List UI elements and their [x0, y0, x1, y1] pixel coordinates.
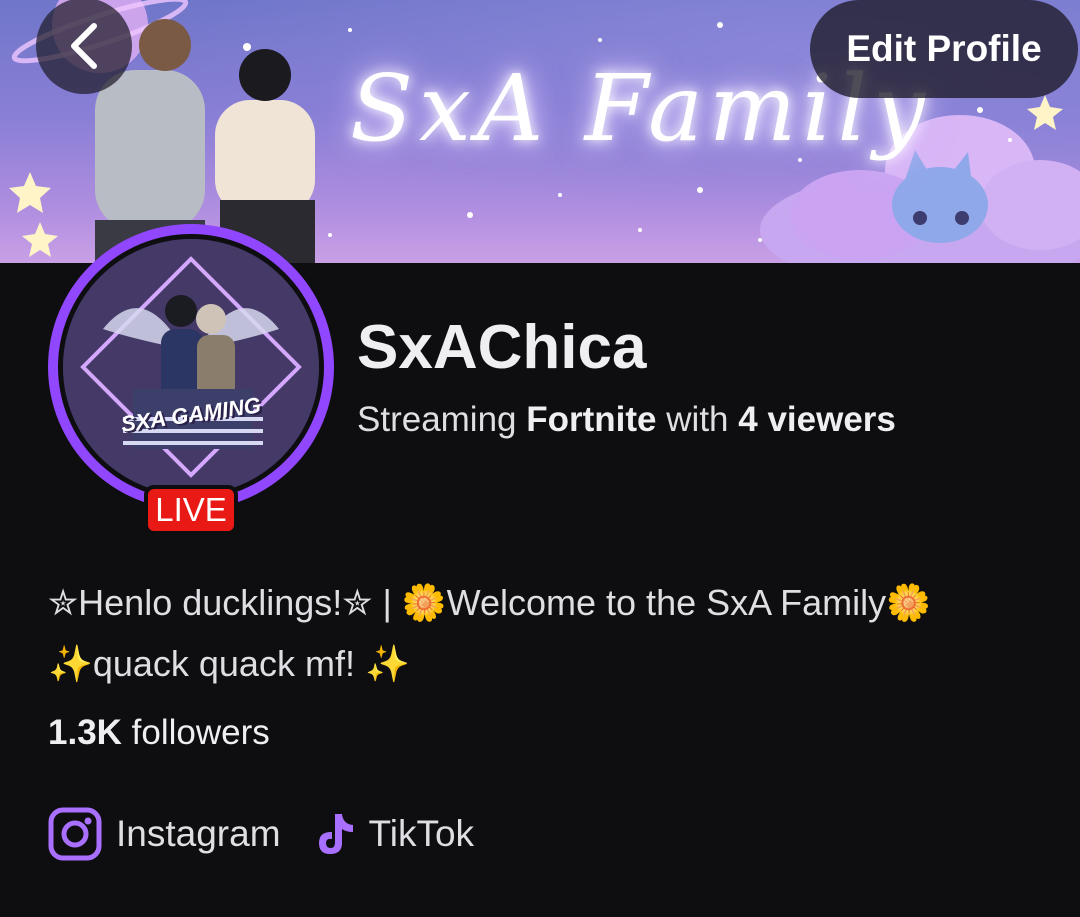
- stream-middle: with: [666, 400, 729, 439]
- stream-prefix: Streaming: [357, 400, 517, 439]
- tiktok-icon: [318, 814, 353, 854]
- bio-line-2: ✨quack quack mf! ✨: [48, 643, 410, 684]
- followers-number: 1.3K: [48, 713, 122, 752]
- edit-profile-button[interactable]: Edit Profile: [810, 0, 1078, 98]
- instagram-label: Instagram: [116, 813, 281, 854]
- followers-label: followers: [131, 713, 270, 752]
- viewer-count: 4 viewers: [738, 400, 896, 439]
- live-badge: LIVE: [144, 485, 238, 535]
- channel-name: SxAChica: [357, 313, 647, 382]
- avatar-image: [63, 239, 319, 495]
- back-button[interactable]: [36, 0, 132, 94]
- stream-info[interactable]: Streaming Fortnite with 4 viewers: [357, 400, 896, 440]
- instagram-icon: [48, 807, 102, 861]
- chevron-left-icon: [71, 23, 97, 69]
- avatar[interactable]: [48, 224, 334, 510]
- channel-bio: ✮Henlo ducklings!✮ | 🌼Welcome to the SxA…: [48, 572, 1048, 694]
- tiktok-link[interactable]: TikTok: [315, 810, 475, 858]
- stream-game[interactable]: Fortnite: [526, 400, 656, 439]
- instagram-link[interactable]: Instagram: [48, 807, 281, 861]
- tiktok-label: TikTok: [368, 813, 475, 854]
- social-links: Instagram TikTok: [48, 806, 508, 862]
- bio-line-1: ✮Henlo ducklings!✮ | 🌼Welcome to the SxA…: [48, 582, 931, 623]
- followers-count[interactable]: 1.3K followers: [48, 713, 270, 753]
